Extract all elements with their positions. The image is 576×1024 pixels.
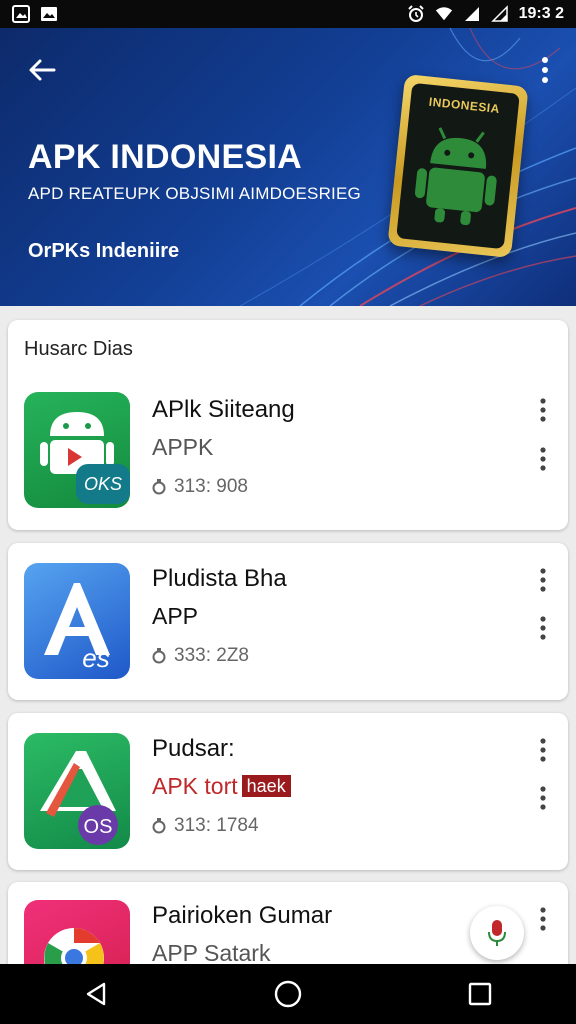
app-name: Pudsar:: [152, 735, 235, 762]
app-name: Pludista Bha: [152, 565, 287, 592]
android-app-icon: OKS: [40, 412, 130, 504]
app-name: APlk Siiteang: [152, 396, 295, 423]
app-meta-text: 313: 1784: [174, 815, 259, 836]
item-menu-button[interactable]: [532, 904, 554, 934]
more-vert-icon: [540, 786, 546, 810]
app-icon: OKS: [24, 392, 130, 508]
app-icon-badge: es: [82, 643, 109, 673]
signal-icon: [490, 5, 509, 23]
overflow-menu-button[interactable]: [530, 52, 560, 88]
app-icon: OS: [24, 733, 130, 849]
download-count-icon: [152, 479, 166, 495]
item-menu-button[interactable]: [532, 613, 554, 643]
status-left: [12, 5, 58, 23]
item-menu-button[interactable]: [532, 565, 554, 595]
image-icon: [12, 5, 30, 23]
item-menu-button[interactable]: [532, 395, 554, 425]
page-subtitle: APD REATEUPK OBJSIMI AIMDOESRIEG: [28, 184, 361, 203]
circle-home-icon: [274, 980, 302, 1008]
status-bar: 19:3 2: [0, 0, 576, 28]
status-time: 19:3 2: [518, 5, 564, 22]
download-count-icon: [152, 818, 166, 834]
app-meta-text: 333: 2Z8: [174, 645, 249, 666]
item-menu-button[interactable]: [532, 783, 554, 813]
square-recents-icon: [468, 982, 492, 1006]
microphone-icon: [488, 920, 506, 946]
app-icon-badge: OKS: [84, 474, 122, 494]
more-vert-icon: [540, 447, 546, 471]
app-list-item[interactable]: OS Pudsar: APK tort haek 313: 1784: [8, 713, 568, 870]
more-vert-icon: [540, 568, 546, 592]
back-button[interactable]: [24, 52, 60, 88]
android-robot-icon: [414, 127, 497, 226]
more-vert-icon: [540, 616, 546, 640]
wifi-icon: [435, 5, 453, 23]
triangle-app-icon: OS: [40, 751, 118, 845]
app-meta: 313: 908: [152, 476, 248, 498]
header-banner: APK INDONESIA APD REATEUPK OBJSIMI AIMDO…: [0, 28, 576, 306]
item-menu-button[interactable]: [532, 735, 554, 765]
triangle-back-icon: [86, 982, 106, 1006]
more-vert-icon: [540, 907, 546, 931]
app-name: Pairioken Gumar: [152, 902, 333, 929]
app-icon-badge: OS: [84, 816, 113, 838]
app-type-text: APK tort: [152, 773, 238, 799]
section-title: Husarc Dias: [24, 338, 133, 360]
alarm-icon: [407, 5, 425, 23]
app-type-tag: haek: [241, 775, 291, 797]
app-icon: es: [24, 563, 130, 679]
app-meta: 333: 2Z8: [152, 645, 249, 667]
item-menu-button[interactable]: [532, 444, 554, 474]
a-letter-app-icon: es: [44, 583, 110, 673]
system-nav-bar: [0, 964, 576, 1024]
indonesia-badge: INDONESIA: [387, 73, 529, 259]
more-vert-icon: [542, 57, 548, 83]
badge-label: INDONESIA: [428, 94, 501, 117]
app-type: APP: [152, 603, 199, 629]
nav-recents-button[interactable]: [450, 964, 510, 1024]
nav-home-button[interactable]: [258, 964, 318, 1024]
more-vert-icon: [540, 738, 546, 762]
badge-inner: INDONESIA: [396, 82, 520, 250]
app-list-item[interactable]: Husarc Dias OKS APlk Siiteang APPK 313: …: [8, 320, 568, 530]
more-vert-icon: [540, 398, 546, 422]
app-type: APP Satark: [152, 940, 271, 966]
gallery-icon: [40, 5, 58, 23]
header-link[interactable]: OrPKs Indeniire: [28, 240, 179, 263]
app-type: APPK: [152, 434, 214, 460]
nav-back-button[interactable]: [66, 964, 126, 1024]
signal-icon: [463, 5, 481, 23]
page-title: APK INDONESIA: [28, 138, 303, 176]
app-meta-text: 313: 908: [174, 476, 248, 497]
app-type: APK tort haek: [152, 773, 291, 800]
voice-search-button[interactable]: [470, 906, 524, 960]
app-meta: 313: 1784: [152, 815, 259, 837]
back-arrow-icon: [29, 59, 56, 81]
download-count-icon: [152, 648, 166, 664]
app-list-item[interactable]: es Pludista Bha APP 333: 2Z8: [8, 543, 568, 700]
status-right: 19:3 2: [407, 5, 564, 23]
